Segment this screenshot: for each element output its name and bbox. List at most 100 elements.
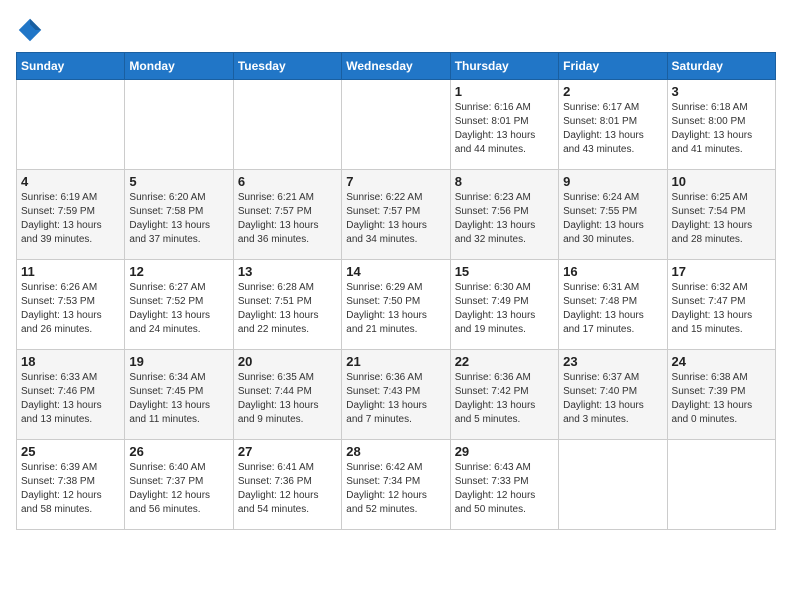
day-info: Sunrise: 6:22 AM Sunset: 7:57 PM Dayligh…: [346, 191, 445, 247]
calendar-cell: 27 Sunrise: 6:41 AM Sunset: 7:36 PM Dayli…: [233, 440, 341, 530]
calendar-cell: 26 Sunrise: 6:40 AM Sunset: 7:37 PM Dayli…: [125, 440, 233, 530]
day-info: Sunrise: 6:32 AM Sunset: 7:47 PM Dayligh…: [672, 281, 771, 337]
day-number: 20: [238, 354, 337, 369]
day-info: Sunrise: 6:25 AM Sunset: 7:54 PM Dayligh…: [672, 191, 771, 247]
day-number: 22: [455, 354, 554, 369]
day-number: 18: [21, 354, 120, 369]
calendar-cell: 28 Sunrise: 6:42 AM Sunset: 7:34 PM Dayli…: [342, 440, 450, 530]
day-number: 13: [238, 264, 337, 279]
calendar-cell: 25 Sunrise: 6:39 AM Sunset: 7:38 PM Dayli…: [17, 440, 125, 530]
calendar-cell: 16 Sunrise: 6:31 AM Sunset: 7:48 PM Dayli…: [559, 260, 667, 350]
header-sunday: Sunday: [17, 53, 125, 80]
calendar-cell: 6Sunrise: 6:21 AM Sunset: 7:57 PM Daylig…: [233, 170, 341, 260]
day-number: 17: [672, 264, 771, 279]
day-info: Sunrise: 6:34 AM Sunset: 7:45 PM Dayligh…: [129, 371, 228, 427]
calendar-cell: [233, 80, 341, 170]
day-number: 3: [672, 84, 771, 99]
day-number: 8: [455, 174, 554, 189]
calendar-cell: 11 Sunrise: 6:26 AM Sunset: 7:53 PM Dayli…: [17, 260, 125, 350]
day-number: 21: [346, 354, 445, 369]
day-info: Sunrise: 6:40 AM Sunset: 7:37 PM Dayligh…: [129, 461, 228, 517]
day-number: 19: [129, 354, 228, 369]
day-number: 7: [346, 174, 445, 189]
day-number: 10: [672, 174, 771, 189]
day-info: Sunrise: 6:16 AM Sunset: 8:01 PM Dayligh…: [455, 101, 554, 157]
calendar-cell: 7 Sunrise: 6:22 AM Sunset: 7:57 PM Daylig…: [342, 170, 450, 260]
calendar-cell: 9 Sunrise: 6:24 AM Sunset: 7:55 PM Daylig…: [559, 170, 667, 260]
calendar-header-row: SundayMondayTuesdayWednesdayThursdayFrid…: [17, 53, 776, 80]
calendar-week-row: 11 Sunrise: 6:26 AM Sunset: 7:53 PM Dayli…: [17, 260, 776, 350]
day-info: Sunrise: 6:42 AM Sunset: 7:34 PM Dayligh…: [346, 461, 445, 517]
header-wednesday: Wednesday: [342, 53, 450, 80]
calendar-cell: [667, 440, 775, 530]
calendar-table: SundayMondayTuesdayWednesdayThursdayFrid…: [16, 52, 776, 530]
header-tuesday: Tuesday: [233, 53, 341, 80]
calendar-week-row: 18 Sunrise: 6:33 AM Sunset: 7:46 PM Dayli…: [17, 350, 776, 440]
day-info: Sunrise: 6:39 AM Sunset: 7:38 PM Dayligh…: [21, 461, 120, 517]
calendar-cell: 15 Sunrise: 6:30 AM Sunset: 7:49 PM Dayli…: [450, 260, 558, 350]
day-number: 27: [238, 444, 337, 459]
calendar-cell: [559, 440, 667, 530]
header-friday: Friday: [559, 53, 667, 80]
day-number: 11: [21, 264, 120, 279]
calendar-cell: 23 Sunrise: 6:37 AM Sunset: 7:40 PM Dayli…: [559, 350, 667, 440]
day-number: 26: [129, 444, 228, 459]
calendar-cell: 18 Sunrise: 6:33 AM Sunset: 7:46 PM Dayli…: [17, 350, 125, 440]
day-info: Sunrise: 6:41 AM Sunset: 7:36 PM Dayligh…: [238, 461, 337, 517]
header-saturday: Saturday: [667, 53, 775, 80]
logo: [16, 16, 48, 44]
calendar-cell: 19 Sunrise: 6:34 AM Sunset: 7:45 PM Dayli…: [125, 350, 233, 440]
day-info: Sunrise: 6:19 AM Sunset: 7:59 PM Dayligh…: [21, 191, 120, 247]
day-number: 28: [346, 444, 445, 459]
calendar-week-row: 25 Sunrise: 6:39 AM Sunset: 7:38 PM Dayli…: [17, 440, 776, 530]
day-info: Sunrise: 6:30 AM Sunset: 7:49 PM Dayligh…: [455, 281, 554, 337]
calendar-cell: 14Sunrise: 6:29 AM Sunset: 7:50 PM Dayli…: [342, 260, 450, 350]
calendar-cell: [125, 80, 233, 170]
day-number: 25: [21, 444, 120, 459]
calendar-cell: [342, 80, 450, 170]
day-info: Sunrise: 6:26 AM Sunset: 7:53 PM Dayligh…: [21, 281, 120, 337]
day-info: Sunrise: 6:43 AM Sunset: 7:33 PM Dayligh…: [455, 461, 554, 517]
calendar-week-row: 4 Sunrise: 6:19 AM Sunset: 7:59 PM Daylig…: [17, 170, 776, 260]
day-info: Sunrise: 6:31 AM Sunset: 7:48 PM Dayligh…: [563, 281, 662, 337]
calendar-cell: 10 Sunrise: 6:25 AM Sunset: 7:54 PM Dayli…: [667, 170, 775, 260]
day-number: 2: [563, 84, 662, 99]
day-number: 16: [563, 264, 662, 279]
day-info: Sunrise: 6:28 AM Sunset: 7:51 PM Dayligh…: [238, 281, 337, 337]
calendar-cell: 29Sunrise: 6:43 AM Sunset: 7:33 PM Dayli…: [450, 440, 558, 530]
day-info: Sunrise: 6:37 AM Sunset: 7:40 PM Dayligh…: [563, 371, 662, 427]
day-number: 12: [129, 264, 228, 279]
day-info: Sunrise: 6:18 AM Sunset: 8:00 PM Dayligh…: [672, 101, 771, 157]
day-number: 15: [455, 264, 554, 279]
day-number: 5: [129, 174, 228, 189]
day-info: Sunrise: 6:35 AM Sunset: 7:44 PM Dayligh…: [238, 371, 337, 427]
day-info: Sunrise: 6:17 AM Sunset: 8:01 PM Dayligh…: [563, 101, 662, 157]
day-info: Sunrise: 6:20 AM Sunset: 7:58 PM Dayligh…: [129, 191, 228, 247]
day-info: Sunrise: 6:36 AM Sunset: 7:43 PM Dayligh…: [346, 371, 445, 427]
day-info: Sunrise: 6:24 AM Sunset: 7:55 PM Dayligh…: [563, 191, 662, 247]
header-monday: Monday: [125, 53, 233, 80]
day-info: Sunrise: 6:33 AM Sunset: 7:46 PM Dayligh…: [21, 371, 120, 427]
calendar-week-row: 1Sunrise: 6:16 AM Sunset: 8:01 PM Daylig…: [17, 80, 776, 170]
calendar-cell: 13 Sunrise: 6:28 AM Sunset: 7:51 PM Dayli…: [233, 260, 341, 350]
day-number: 9: [563, 174, 662, 189]
logo-icon: [16, 16, 44, 44]
page-header: [16, 16, 776, 44]
day-number: 4: [21, 174, 120, 189]
calendar-cell: 3 Sunrise: 6:18 AM Sunset: 8:00 PM Daylig…: [667, 80, 775, 170]
calendar-cell: 5 Sunrise: 6:20 AM Sunset: 7:58 PM Daylig…: [125, 170, 233, 260]
header-thursday: Thursday: [450, 53, 558, 80]
day-info: Sunrise: 6:23 AM Sunset: 7:56 PM Dayligh…: [455, 191, 554, 247]
calendar-cell: 17 Sunrise: 6:32 AM Sunset: 7:47 PM Dayli…: [667, 260, 775, 350]
calendar-cell: 2 Sunrise: 6:17 AM Sunset: 8:01 PM Daylig…: [559, 80, 667, 170]
day-info: Sunrise: 6:27 AM Sunset: 7:52 PM Dayligh…: [129, 281, 228, 337]
day-info: Sunrise: 6:29 AM Sunset: 7:50 PM Dayligh…: [346, 281, 445, 337]
calendar-cell: [17, 80, 125, 170]
day-info: Sunrise: 6:21 AM Sunset: 7:57 PM Dayligh…: [238, 191, 337, 247]
calendar-cell: 21 Sunrise: 6:36 AM Sunset: 7:43 PM Dayli…: [342, 350, 450, 440]
calendar-cell: 12 Sunrise: 6:27 AM Sunset: 7:52 PM Dayli…: [125, 260, 233, 350]
day-number: 23: [563, 354, 662, 369]
calendar-cell: 20 Sunrise: 6:35 AM Sunset: 7:44 PM Dayli…: [233, 350, 341, 440]
calendar-cell: 8 Sunrise: 6:23 AM Sunset: 7:56 PM Daylig…: [450, 170, 558, 260]
day-info: Sunrise: 6:36 AM Sunset: 7:42 PM Dayligh…: [455, 371, 554, 427]
